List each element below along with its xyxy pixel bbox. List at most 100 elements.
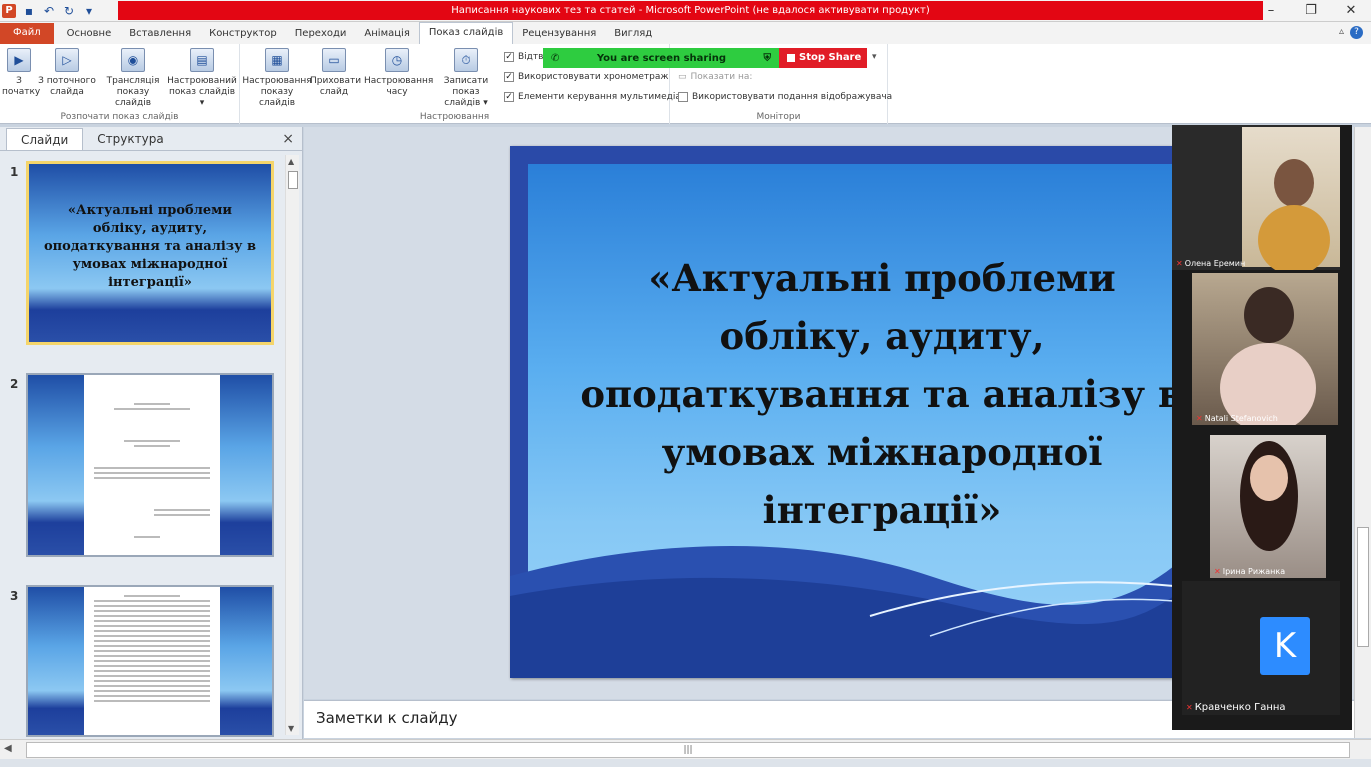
- muted-mic-icon: ✕: [1214, 567, 1221, 576]
- tab-transitions[interactable]: Переходи: [286, 24, 356, 44]
- tab-slideshow[interactable]: Показ слайдів: [418, 22, 514, 44]
- scroll-up-icon[interactable]: ▲: [288, 157, 294, 166]
- quick-access-toolbar: P ▪ ↶ ↻ ▾: [2, 2, 96, 20]
- checkbox-checked-icon: ✓: [504, 72, 514, 82]
- custom-slideshow-button[interactable]: ▤ Настроюваний показ слайдів ▾: [166, 48, 238, 109]
- thumbnail-title: «Актуальні проблеми обліку, аудиту, опод…: [44, 203, 256, 290]
- tab-insert[interactable]: Вставлення: [120, 24, 200, 44]
- stop-icon: [787, 54, 795, 62]
- slides-scrollbar[interactable]: ▲ ▼: [285, 155, 299, 735]
- participant-tile-2[interactable]: ✕ Natali Stefanovich: [1192, 273, 1338, 425]
- slide-number: 3: [10, 589, 19, 603]
- show-on-dropdown[interactable]: ▭ Показати на:: [678, 72, 752, 82]
- use-timings-checkbox[interactable]: ✓ Використовувати хронометраж: [504, 72, 668, 82]
- presenter-view-checkbox[interactable]: Використовувати подання відображувача: [678, 92, 892, 102]
- muted-mic-icon: ✕: [1176, 259, 1183, 268]
- powerpoint-logo-icon: P: [2, 4, 16, 18]
- record-slideshow-button[interactable]: ⏱ Записати показ слайдів ▾: [432, 48, 500, 109]
- scrollbar-thumb[interactable]: [1357, 527, 1369, 647]
- tab-animations[interactable]: Анімація: [355, 24, 418, 44]
- participant-name: ✕ Ірина Рижанка: [1214, 567, 1286, 576]
- record-icon: ⏱: [454, 48, 478, 72]
- tab-review[interactable]: Рецензування: [513, 24, 605, 44]
- tab-home[interactable]: Основне: [58, 24, 121, 44]
- scroll-down-icon[interactable]: ▼: [288, 724, 294, 733]
- zoom-more-icon[interactable]: ▾: [872, 52, 877, 62]
- minimize-button[interactable]: –: [1251, 0, 1291, 22]
- undo-icon[interactable]: ↶: [42, 4, 56, 18]
- setup-show-icon: ▦: [265, 48, 289, 72]
- slides-pane: Слайди Структура × 1 «Актуальні проблеми…: [0, 127, 303, 739]
- slideshow-current-icon: ▷: [55, 48, 79, 72]
- redo-icon[interactable]: ↻: [62, 4, 76, 18]
- current-slide[interactable]: «Актуальні проблеми обліку, аудиту, опод…: [510, 146, 1174, 678]
- play-narrations-checkbox[interactable]: ✓ Відтв: [504, 52, 543, 62]
- rehearse-icon: ◷: [385, 48, 409, 72]
- hide-slide-button[interactable]: ▭ Приховати слайд: [310, 48, 361, 98]
- shield-icon: ⛨: [763, 52, 772, 64]
- tab-file[interactable]: Файл: [0, 23, 54, 44]
- ribbon-right-controls: ▵ ?: [1339, 26, 1363, 39]
- broadcast-icon: ◉: [121, 48, 145, 72]
- scroll-left-icon[interactable]: ◀: [4, 743, 12, 754]
- tab-view[interactable]: Вигляд: [605, 24, 661, 44]
- slide-thumbnail-1[interactable]: «Актуальні проблеми обліку, аудиту, опод…: [26, 161, 274, 345]
- from-beginning-button[interactable]: ▶ З початку: [2, 48, 40, 98]
- ribbon-tabs: Файл Основне Вставлення Конструктор Пере…: [0, 22, 1371, 44]
- tab-design[interactable]: Конструктор: [200, 24, 286, 44]
- help-icon[interactable]: ?: [1350, 26, 1363, 39]
- person-silhouette: [1244, 287, 1294, 343]
- participant-avatar: K: [1260, 617, 1310, 675]
- screen-sharing-indicator[interactable]: ✆ You are screen sharing ⛨: [543, 48, 779, 68]
- window-controls: – ❐ ✕: [1251, 0, 1371, 22]
- close-button[interactable]: ✕: [1331, 0, 1371, 22]
- collapse-ribbon-icon[interactable]: ▵: [1339, 26, 1344, 39]
- stop-share-button[interactable]: Stop Share: [779, 48, 867, 68]
- editor-vertical-scrollbar[interactable]: [1354, 127, 1371, 738]
- participant-tile-4[interactable]: K ✕ Кравченко Ганна: [1182, 581, 1340, 715]
- checkbox-checked-icon: ✓: [504, 92, 514, 102]
- rehearse-timings-button[interactable]: ◷ Настроювання часу: [364, 48, 433, 98]
- tab-slides[interactable]: Слайди: [6, 128, 84, 150]
- status-bar: [0, 759, 1371, 767]
- hide-slide-icon: ▭: [322, 48, 346, 72]
- person-face: [1250, 455, 1288, 501]
- group-start-slideshow: ▶ З початку ▷ З поточного слайда ◉ Транс…: [0, 44, 240, 124]
- monitor-icon: ▭: [678, 72, 687, 82]
- slide-number: 1: [10, 165, 19, 179]
- save-icon[interactable]: ▪: [22, 4, 36, 18]
- participant-tile-1[interactable]: ✕ Олена Еремин: [1172, 125, 1340, 270]
- person-body: [1220, 343, 1316, 425]
- customize-qat-icon[interactable]: ▾: [82, 4, 96, 18]
- participant-name: ✕ Кравченко Ганна: [1186, 702, 1286, 713]
- muted-mic-icon: ✕: [1186, 703, 1193, 712]
- participant-name: ✕ Natali Stefanovich: [1196, 414, 1278, 423]
- custom-show-icon: ▤: [190, 48, 214, 72]
- document-page-image: [84, 587, 220, 735]
- slideshow-start-icon: ▶: [7, 48, 31, 72]
- participant-tile-3[interactable]: ✕ Ірина Рижанка: [1210, 435, 1326, 578]
- checkbox-checked-icon: ✓: [504, 52, 514, 62]
- scrollbar-thumb[interactable]: [288, 171, 298, 189]
- tab-outline[interactable]: Структура: [83, 128, 177, 150]
- window-title: Написання наукових тез та статей - Micro…: [118, 1, 1263, 20]
- slide-thumbnail-3[interactable]: [26, 585, 274, 737]
- scrollbar-thumb[interactable]: |||: [26, 742, 1350, 758]
- close-pane-icon[interactable]: ×: [282, 131, 294, 147]
- media-controls-checkbox[interactable]: ✓ Елементи керування мультимедіа: [504, 92, 681, 102]
- pane-tabs: Слайди Структура ×: [0, 127, 302, 151]
- horizontal-scrollbar[interactable]: ◀ |||: [0, 739, 1371, 759]
- maximize-button[interactable]: ❐: [1291, 0, 1331, 22]
- notes-placeholder: Заметки к слайду: [316, 709, 458, 727]
- title-bar: P ▪ ↶ ↻ ▾ Написання наукових тез та стат…: [0, 0, 1371, 22]
- from-current-slide-button[interactable]: ▷ З поточного слайда: [36, 48, 98, 98]
- slide-thumbnail-2[interactable]: [26, 373, 274, 557]
- slide-title[interactable]: «Актуальні проблеми обліку, аудиту, опод…: [540, 249, 1174, 539]
- zoom-video-panel: ✕ Олена Еремин ✕ Natali Stefanovich ✕ Ір…: [1172, 125, 1352, 730]
- muted-mic-icon: ✕: [1196, 414, 1203, 423]
- phone-icon: ✆: [551, 52, 560, 64]
- broadcast-slideshow-button[interactable]: ◉ Трансляція показу слайдів: [100, 48, 166, 109]
- setup-slideshow-button[interactable]: ▦ Настроювання показу слайдів: [242, 48, 312, 109]
- document-page-image: [84, 375, 220, 555]
- zoom-sharing-bar: ✆ You are screen sharing ⛨ Stop Share: [543, 48, 867, 68]
